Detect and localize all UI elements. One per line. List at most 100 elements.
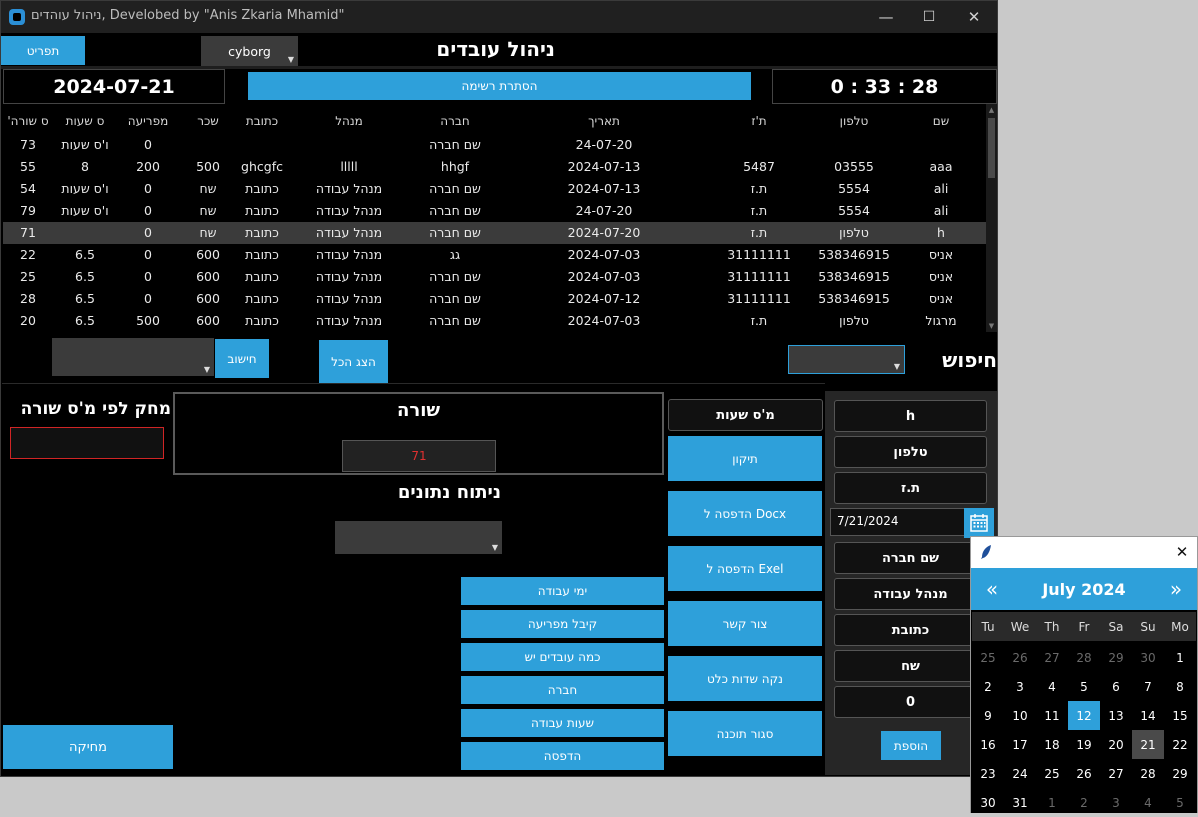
calendar-day[interactable]: 27 — [1100, 759, 1132, 788]
company-field[interactable]: שם חברה — [834, 542, 987, 574]
hours-field[interactable]: 0 — [834, 686, 987, 718]
address-field[interactable]: כתובת — [834, 614, 987, 646]
add-button[interactable]: הוספת — [881, 731, 941, 760]
calendar-day[interactable]: 6 — [1100, 672, 1132, 701]
calendar-day[interactable]: 28 — [1132, 759, 1164, 788]
table-row[interactable]: h טלפון ת.ז 2024-07-20 שם חברה מנהל עבודה כתוב… — [3, 222, 986, 244]
minimize-button[interactable]: — — [863, 1, 909, 33]
calendar-day[interactable]: 25 — [972, 643, 1004, 672]
table-row[interactable]: מרגול טלפון ת.ז 2024-07-03 שם חברה מנהל עבודה… — [3, 310, 986, 332]
calendar-day[interactable]: 26 — [1068, 759, 1100, 788]
calendar-day[interactable]: 9 — [972, 701, 1004, 730]
calendar-day[interactable]: 13 — [1100, 701, 1132, 730]
calc-button[interactable]: חישוב — [215, 339, 269, 378]
hide-list-button[interactable]: הסתרת רשימה — [248, 72, 751, 100]
prev-month-button[interactable]: « — [979, 574, 1005, 604]
table-cell: שם חברה — [429, 181, 481, 196]
calendar-day[interactable]: 27 — [1036, 643, 1068, 672]
table-row[interactable]: ali 5554 ת.ז 2024-07-13 שם חברה מנהל עבודה כתו… — [3, 178, 986, 200]
theme-combobox[interactable]: cyborg ▼ — [201, 36, 298, 66]
calendar-day[interactable]: 1 — [1164, 643, 1196, 672]
calendar-day[interactable]: 30 — [1132, 643, 1164, 672]
table-row[interactable]: aaa 03555 5487 2024-07-13 hhgf lllll ghcgfc 500… — [3, 156, 986, 178]
calendar-day[interactable]: 26 — [1004, 643, 1036, 672]
salary-field[interactable]: שח — [834, 650, 987, 682]
close-button[interactable]: ✕ — [951, 1, 997, 33]
search-combobox[interactable]: ▼ — [788, 345, 905, 374]
table-row[interactable]: ali 5554 ת.ז 24-07-20 שם חברה מנהל עבודה כתובת… — [3, 200, 986, 222]
calendar-day[interactable]: 16 — [972, 730, 1004, 759]
name-field[interactable]: h — [834, 400, 987, 432]
calendar-day[interactable]: 23 — [972, 759, 1004, 788]
table-row[interactable]: אניס 538346915 31111111 2024-07-12 שם חברה מנ… — [3, 288, 986, 310]
calendar-day[interactable]: 11 — [1036, 701, 1068, 730]
calendar-day[interactable]: 17 — [1004, 730, 1036, 759]
calendar-day[interactable]: 12 — [1068, 701, 1100, 730]
row-value-field[interactable]: 71 — [342, 440, 496, 472]
calendar-day[interactable]: 3 — [1004, 672, 1036, 701]
table-cell: מנהל עבודה — [315, 269, 383, 284]
analysis-combobox[interactable]: ▼ — [335, 521, 502, 554]
analysis-button[interactable]: ימי עבודה — [461, 577, 664, 605]
scrollbar-thumb[interactable] — [988, 118, 995, 178]
phone-field[interactable]: טלפון — [834, 436, 987, 468]
maximize-button[interactable]: ☐ — [906, 1, 952, 33]
table-cell: 31111111 — [727, 269, 791, 284]
scroll-up-icon[interactable]: ▲ — [986, 104, 997, 116]
row-panel: שורה 71 — [173, 392, 664, 475]
calendar-day[interactable]: 14 — [1132, 701, 1164, 730]
table-cell: 55 — [20, 159, 36, 174]
calendar-day[interactable]: 28 — [1068, 643, 1100, 672]
analysis-button[interactable]: כמה עובדים יש — [461, 643, 664, 671]
delete-button[interactable]: מחיקה — [3, 725, 173, 769]
date-entry[interactable]: 7/21/2024 — [830, 508, 965, 536]
calc-combobox[interactable]: ▼ — [52, 338, 214, 376]
close-app-button[interactable]: סגור תוכנה — [668, 711, 822, 756]
menu-button[interactable]: תפריט — [1, 36, 85, 65]
calendar-day[interactable]: 10 — [1004, 701, 1036, 730]
calendar-day[interactable]: 15 — [1164, 701, 1196, 730]
calendar-day[interactable]: 7 — [1132, 672, 1164, 701]
month-label: July 2024 — [1042, 579, 1126, 599]
calendar-day[interactable]: 5 — [1068, 672, 1100, 701]
calendar-day[interactable]: 4 — [1036, 672, 1068, 701]
scroll-down-icon[interactable]: ▼ — [986, 320, 997, 332]
analysis-button[interactable]: הדפסה — [461, 742, 664, 770]
analysis-button[interactable]: קיבל מפריעה — [461, 610, 664, 638]
calendar-day[interactable]: 22 — [1164, 730, 1196, 759]
calendar-day[interactable]: 2 — [972, 672, 1004, 701]
table-row[interactable]: אניס 538346915 31111111 2024-07-03 גג מנהל עב… — [3, 244, 986, 266]
table-row[interactable]: 24-07-20 שם חברה 0 ו'ס שעות 73 — [3, 134, 986, 156]
print-excel-button[interactable]: הדפסה ל Exel — [668, 546, 822, 591]
calendar-day[interactable]: 29 — [1100, 643, 1132, 672]
show-all-button[interactable]: הצג הכל — [319, 340, 388, 384]
calendar-day[interactable]: 24 — [1004, 759, 1036, 788]
analysis-button[interactable]: שעות עבודה — [461, 709, 664, 737]
contact-button[interactable]: צור קשר — [668, 601, 822, 646]
calendar-day[interactable]: 25 — [1036, 759, 1068, 788]
table-cell: 2024-07-13 — [567, 159, 641, 174]
employees-table[interactable]: שם טלפון ת'ז תאריך חברה מנהל כתובת שכר מפריעה ס ש… — [3, 104, 986, 332]
print-docx-button[interactable]: הדפסה ל Docx — [668, 491, 822, 536]
calendar-close-button[interactable]: ✕ — [1169, 540, 1195, 564]
calendar-day[interactable]: 21 — [1132, 730, 1164, 759]
table-cell: 28 — [20, 291, 36, 306]
fix-button[interactable]: תיקון — [668, 436, 822, 481]
next-month-button[interactable]: » — [1163, 574, 1189, 604]
calendar-day[interactable]: 8 — [1164, 672, 1196, 701]
calendar-day[interactable]: 19 — [1068, 730, 1100, 759]
calendar-day[interactable]: 18 — [1036, 730, 1068, 759]
manager-field[interactable]: מנהל עבודה — [834, 578, 987, 610]
table-cell: טלפון — [839, 225, 869, 240]
calendar-day[interactable]: 29 — [1164, 759, 1196, 788]
table-row[interactable]: אניס 538346915 31111111 2024-07-03 שם חברה מנ… — [3, 266, 986, 288]
clear-fields-button[interactable]: נקה שדות כלט — [668, 656, 822, 701]
weekday-row: Tu We Th Fr Sa Su Mo — [971, 612, 1197, 641]
row-number-input[interactable] — [10, 427, 164, 459]
calendar-day[interactable]: 20 — [1100, 730, 1132, 759]
calendar-button[interactable] — [964, 508, 994, 538]
title-bar: ניהול עוהדים, Develobed by "Anis Zkaria … — [1, 1, 997, 33]
id-field[interactable]: ת.ז — [834, 472, 987, 504]
analysis-button[interactable]: חברה — [461, 676, 664, 704]
column-header: שם — [932, 114, 950, 128]
